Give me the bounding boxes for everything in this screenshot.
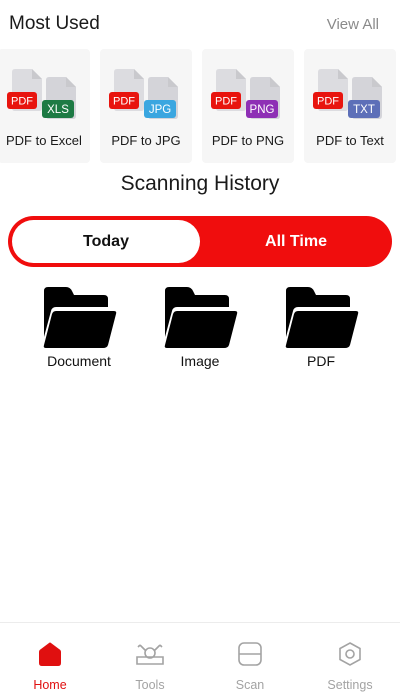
nav-label: Tools: [135, 678, 165, 692]
pdf-to-jpg-icon: PDF JPG: [100, 49, 192, 129]
folder-image[interactable]: Image: [155, 285, 245, 375]
nav-label: Scan: [235, 678, 265, 692]
tool-card-pdf-to-png[interactable]: PDF PNG PDF to PNG: [202, 49, 294, 163]
svg-text:XLS: XLS: [47, 104, 69, 116]
tool-label: PDF to PNG: [211, 133, 285, 148]
most-used-title: Most Used: [9, 13, 100, 34]
tool-card-pdf-to-text[interactable]: PDF TXT PDF to Text: [304, 49, 396, 163]
nav-label: Home: [33, 678, 67, 692]
folder-label: Document: [47, 353, 111, 369]
view-all-link[interactable]: View All: [327, 16, 379, 33]
folder-open-icon: [43, 287, 117, 348]
scanning-history-title: Scanning History: [120, 172, 280, 195]
folder-label: PDF: [307, 353, 335, 369]
folder-pdf[interactable]: PDF: [276, 285, 366, 375]
most-used-header: Most Used View All: [0, 0, 400, 50]
nav-label: Settings: [327, 678, 373, 692]
pdf-to-excel-icon: PDF XLS: [0, 49, 90, 129]
tool-label: PDF to Text: [316, 133, 384, 148]
history-filter-toggle: Today All Time: [8, 216, 392, 267]
svg-text:JPG: JPG: [149, 104, 171, 116]
scan-icon: [238, 642, 262, 666]
tab-today[interactable]: Today: [12, 220, 200, 263]
most-used-tools: PDF XLS PDF to Excel PDF JPG PDF to JPG PD…: [0, 49, 400, 163]
tab-all-time[interactable]: All Time: [204, 220, 388, 263]
svg-text:PNG: PNG: [250, 104, 275, 116]
nav-home[interactable]: Home: [0, 623, 100, 700]
bottom-navigation: Home Tools Scan Settings: [0, 622, 400, 700]
folder-open-icon: [285, 287, 359, 348]
nav-tools[interactable]: Tools: [100, 623, 200, 700]
tool-card-pdf-to-jpg[interactable]: PDF JPG PDF to JPG: [100, 49, 192, 163]
folder-label: Image: [180, 353, 220, 369]
tools-icon: [136, 644, 164, 665]
svg-text:PDF: PDF: [215, 96, 237, 108]
nav-scan[interactable]: Scan: [200, 623, 300, 700]
pdf-to-text-icon: PDF TXT: [304, 49, 396, 129]
svg-text:PDF: PDF: [317, 96, 339, 108]
nav-settings[interactable]: Settings: [300, 623, 400, 700]
folder-open-icon: [164, 287, 238, 348]
settings-icon: [339, 642, 361, 666]
tool-label: PDF to Excel: [6, 133, 82, 148]
pdf-to-png-icon: PDF PNG: [202, 49, 294, 129]
tool-label: PDF to JPG: [111, 133, 181, 148]
folder-document[interactable]: Document: [34, 285, 124, 375]
svg-text:PDF: PDF: [11, 96, 33, 108]
home-icon: [39, 642, 61, 666]
svg-text:TXT: TXT: [353, 104, 375, 116]
svg-text:PDF: PDF: [113, 96, 135, 108]
tool-card-pdf-to-excel[interactable]: PDF XLS PDF to Excel: [0, 49, 90, 163]
